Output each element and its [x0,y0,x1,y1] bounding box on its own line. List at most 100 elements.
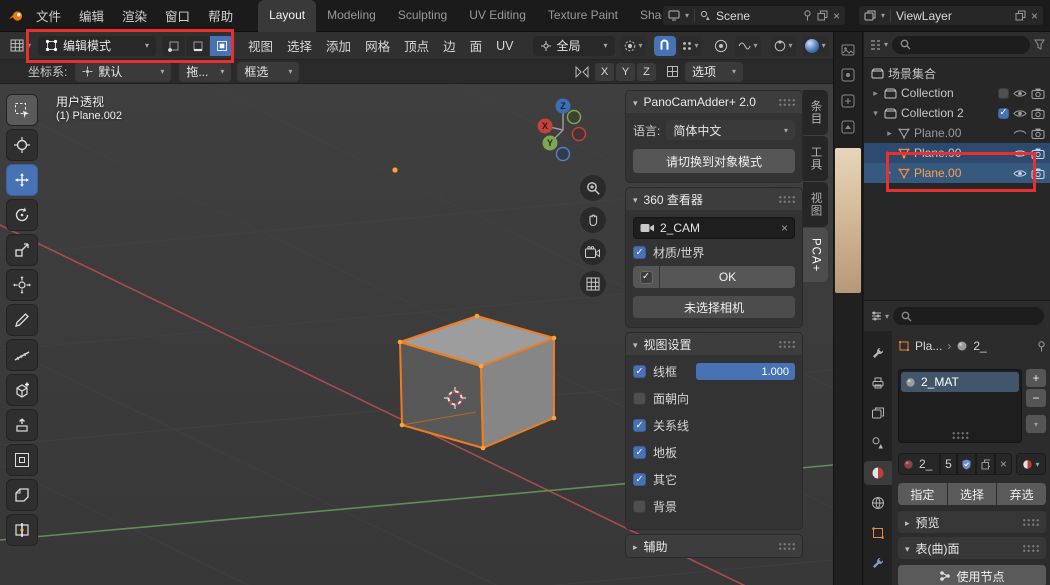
camera-toggle-icon[interactable] [1031,108,1045,119]
eye-icon[interactable] [1013,148,1027,159]
disclosure-icon[interactable]: ▸ [871,88,880,99]
tab-data-icon[interactable] [864,581,892,585]
panel-grip-icon[interactable] [1022,544,1039,553]
slot-list[interactable]: 2_MAT [898,369,1022,443]
disclosure-icon[interactable]: ▸ [885,128,894,139]
copy-material-icon[interactable] [976,453,995,475]
snap-base-icon[interactable] [666,65,679,78]
menu-mesh[interactable]: 网格 [358,36,397,55]
menu-add[interactable]: 添加 [319,36,358,55]
panel-grip-icon[interactable] [778,195,795,204]
viewlayer-selector[interactable]: ViewLayer [858,5,1044,26]
floor-row[interactable]: 地板 [633,439,795,466]
viewer-section-header[interactable]: 360 查看器 [626,188,802,210]
eye-icon[interactable] [1013,108,1027,119]
proportional-falloff-dropdown[interactable] [735,36,761,56]
use-nodes-button[interactable]: 使用节点 [898,565,1046,585]
face-orientation-row[interactable]: 面朝向 [633,385,795,412]
deselect-button[interactable]: 弃选 [997,483,1046,505]
orientation-dropdown[interactable]: 全局 [533,36,615,56]
select-button[interactable]: 选择 [948,483,997,505]
menu-file[interactable]: 文件 [27,6,70,25]
editor-type-button[interactable] [7,36,34,56]
other-row[interactable]: 其它 [633,466,795,493]
select-mode-dropdown[interactable]: 框选 [237,62,299,82]
loop-cut-tool[interactable] [6,514,38,546]
browse-material-button[interactable] [1016,453,1046,475]
proportional-editing-toggle[interactable] [710,36,732,56]
measure-tool[interactable] [6,339,38,371]
background-checkbox[interactable] [633,500,646,513]
unlink-material-icon[interactable] [995,453,1012,475]
menu-view[interactable]: 视图 [241,36,280,55]
scale-tool[interactable] [6,234,38,266]
properties-editor-icon[interactable] [870,310,889,322]
assign-button[interactable]: 指定 [898,483,947,505]
mirror-x-button[interactable]: X [595,63,614,81]
add-slot-button[interactable]: + [1026,369,1046,387]
strip-editor-icon[interactable] [841,44,855,56]
exclude-checkbox[interactable] [998,88,1009,99]
sidebar-tab-view[interactable]: 视图 [803,182,828,227]
menu-edit[interactable]: 编辑 [70,6,113,25]
face-orientation-checkbox[interactable] [633,392,646,405]
material-world-row[interactable]: 材质/世界 [633,239,795,266]
copy-icon[interactable] [817,10,828,21]
assist-section-header[interactable]: 辅助 [626,535,802,557]
scene-selector[interactable]: Scene [662,5,846,26]
camera-toggle-icon[interactable] [1031,168,1045,179]
no-camera-field[interactable]: 未选择相机 [633,296,795,318]
strip-icon-3[interactable] [841,120,855,134]
panel-grip-icon[interactable] [778,542,795,551]
eye-icon[interactable] [1013,128,1027,139]
snap-settings-dropdown[interactable] [679,36,702,56]
strip-icon-1[interactable] [841,68,855,82]
material-world-checkbox[interactable] [633,246,646,259]
menu-uv[interactable]: UV [489,39,520,53]
menu-window[interactable]: 窗口 [156,6,199,25]
wireframe-slider[interactable]: 1.000 [696,363,795,380]
remove-icon[interactable] [1031,9,1038,23]
breadcrumb-material[interactable]: 2_ [973,339,986,353]
snap-toggle-button[interactable] [654,36,676,56]
copy-icon[interactable] [1015,10,1026,21]
menu-face[interactable]: 面 [463,36,490,55]
floor-checkbox[interactable] [633,446,646,459]
preview-section-header[interactable]: 预览 [898,511,1046,533]
outliner-row-collection[interactable]: ▸ Collection [864,83,1050,103]
menu-render[interactable]: 渲染 [113,6,156,25]
panel-grip-icon[interactable] [778,340,795,349]
bevel-tool[interactable] [6,479,38,511]
drag-dropdown[interactable]: 拖... [179,62,231,82]
tab-tool-icon[interactable] [864,341,892,365]
tab-texture-paint[interactable]: Texture Paint [537,0,629,32]
rotate-tool[interactable] [6,199,38,231]
scene-browse-icon[interactable] [668,10,680,21]
panel-grip-icon[interactable] [1022,518,1039,527]
face-select-button[interactable] [210,36,233,56]
outliner-row-plane-active[interactable]: • Plane.00 [864,163,1050,183]
eye-icon[interactable] [1013,88,1027,99]
relationship-lines-row[interactable]: 关系线 [633,412,795,439]
camera-toggle-icon[interactable] [1031,88,1045,99]
sidebar-tab-tool[interactable]: 工具 [803,136,828,181]
clear-camera-icon[interactable] [781,221,788,235]
viewport-shading-dropdown[interactable] [802,36,829,56]
tab-modifiers-icon[interactable] [864,551,892,575]
show-gizmo-dropdown[interactable] [771,36,796,56]
tab-object-icon[interactable] [864,521,892,545]
tab-viewlayer-icon[interactable] [864,401,892,425]
extrude-tool[interactable] [6,409,38,441]
navigation-gizmo[interactable]: Z X Y [524,92,600,168]
pivot-point-dropdown[interactable] [621,36,646,56]
ok-checkbox-segment[interactable] [633,266,659,288]
pin-icon[interactable] [1037,341,1046,352]
outliner-row-collection2[interactable]: ▾ Collection 2 [864,103,1050,123]
mode-dropdown[interactable]: 编辑模式 [38,36,156,56]
tab-material-icon[interactable] [864,461,892,485]
view-settings-header[interactable]: 视图设置 [626,333,802,355]
switch-to-object-mode-button[interactable]: 请切换到对象模式 [633,149,795,173]
options-dropdown[interactable]: 选项 [685,62,743,82]
disclosure-icon[interactable]: ▾ [871,108,880,119]
exclude-checkbox[interactable] [998,108,1009,119]
